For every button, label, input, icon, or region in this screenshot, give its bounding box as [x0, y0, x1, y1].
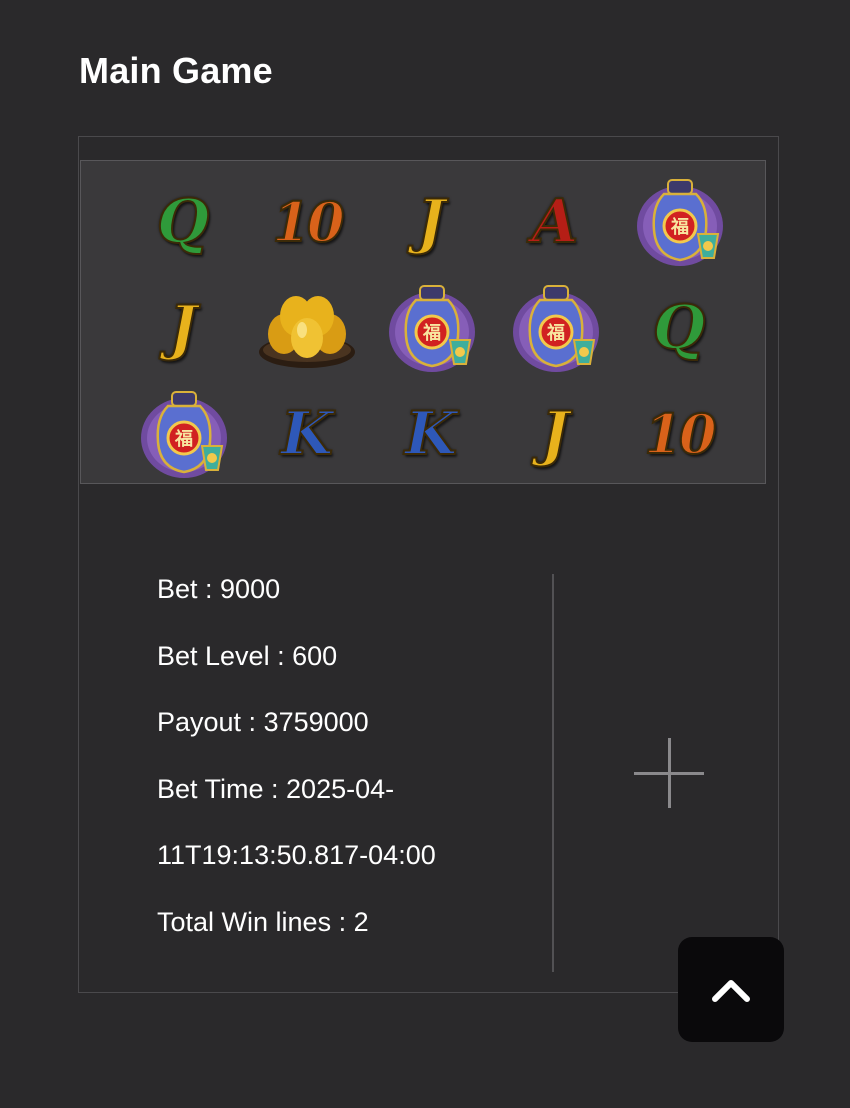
golden-eggs-icon — [245, 275, 369, 381]
vase-icon: 福 — [493, 275, 617, 381]
svg-text:福: 福 — [174, 428, 193, 450]
symbol-letter: Q — [156, 187, 210, 257]
vase-icon: 福 — [369, 275, 493, 381]
reel-symbol-0-1: 10 — [245, 169, 369, 275]
bet-time-continued: 11T19:13:50.817-04:00 — [157, 840, 436, 870]
reel-symbol-1-0: J — [121, 275, 245, 381]
reel-symbol-2-1: K — [245, 381, 369, 487]
vase-icon: 福 — [121, 381, 245, 487]
symbol-letter: K — [404, 399, 458, 469]
symbol-letter: 10 — [643, 402, 717, 466]
symbol-letter: J — [540, 399, 570, 469]
svg-text:福: 福 — [546, 322, 565, 344]
game-history-page: Main Game Q 10 J A 福 J 福福 Q 福 K K J 10 Bet : 9000 Be… — [0, 0, 850, 1108]
svg-text:福: 福 — [670, 216, 689, 238]
reel-grid-panel: Q 10 J A 福 J 福福 Q 福 K K J 10 — [80, 160, 766, 484]
total-win-lines: Total Win lines : 2 — [157, 906, 369, 937]
reel-symbol-2-2: K — [369, 381, 493, 487]
bet-time: Bet Time : 2025-04- — [157, 773, 395, 804]
svg-text:福: 福 — [422, 322, 441, 344]
plus-icon[interactable] — [634, 738, 704, 808]
reel-symbol-2-3: J — [493, 381, 617, 487]
bet-amount: Bet : 9000 — [157, 574, 281, 604]
vertical-divider — [552, 574, 554, 972]
reel-symbol-1-4: Q — [617, 275, 741, 381]
reel-symbol-0-0: Q — [121, 169, 245, 275]
chevron-up-icon — [712, 979, 750, 1002]
section-title: Main Game — [79, 50, 273, 91]
game-record-card: Q 10 J A 福 J 福福 Q 福 K K J 10 Bet : 9000 Bet Level : … — [78, 136, 779, 993]
bet-level: Bet Level : 600 — [157, 640, 338, 671]
symbol-letter: 10 — [271, 190, 345, 254]
symbol-letter: Q — [652, 293, 706, 363]
reel-symbol-2-4: 10 — [617, 381, 741, 487]
payout: Payout : 3759000 — [157, 707, 369, 737]
symbol-letter: J — [168, 293, 198, 363]
symbol-letter: J — [416, 187, 446, 257]
reel-symbol-0-2: J — [369, 169, 493, 275]
symbol-letter: A — [531, 187, 580, 257]
vase-icon: 福 — [617, 169, 741, 275]
reel-symbol-0-3: A — [493, 169, 617, 275]
bet-info: Bet : 9000 Bet Level : 600 Payout : 3759… — [157, 574, 537, 973]
symbol-letter: K — [280, 399, 334, 469]
scroll-to-top-button[interactable] — [678, 937, 784, 1042]
reel-grid: Q 10 J A 福 J 福福 Q 福 K K J 10 — [121, 169, 741, 479]
